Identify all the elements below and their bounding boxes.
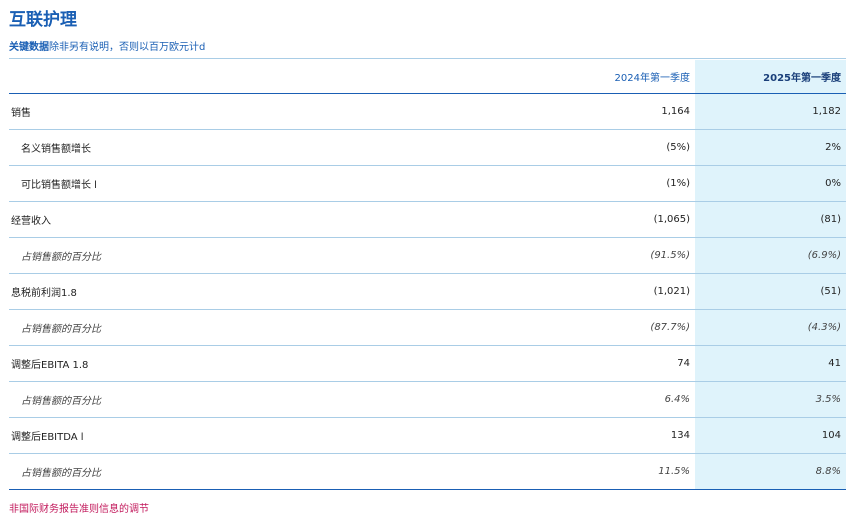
key-figures-table: 2024年第一季度 2025年第一季度 销售 1,164 1,182 名义销售额增长(… bbox=[9, 60, 846, 490]
subtitle-note: 除非另有说明，否则以百万欧元计d bbox=[49, 42, 206, 53]
table-row: 占销售额的百分比 (91.5%) (6.9%) bbox=[9, 237, 846, 274]
table-header-row: 2024年第一季度 2025年第一季度 bbox=[9, 60, 846, 94]
row-label: 占销售额的百分比 bbox=[9, 381, 479, 418]
header-q1-2025: 2025年第一季度 bbox=[695, 60, 846, 94]
table-row: 可比销售额增长 l (1%) 0% bbox=[9, 165, 846, 202]
reconciliation-link[interactable]: 非国际财务报告准则信息的调节 bbox=[9, 500, 149, 515]
header-label bbox=[9, 60, 479, 94]
value-q1-2024: (1,021) bbox=[479, 273, 695, 310]
value-q1-2025: 8.8% bbox=[695, 453, 846, 490]
row-label: 销售 bbox=[9, 93, 479, 130]
table-row: 名义销售额增长 (5%) 2% bbox=[9, 129, 846, 166]
table-row: 调整后EBITDA l 134 104 bbox=[9, 417, 846, 454]
table-row: 调整后EBITA 1.8 74 41 bbox=[9, 345, 846, 382]
row-label: 占销售额的百分比 bbox=[9, 237, 479, 274]
subtitle: 关键数据除非另有说明，否则以百万欧元计d bbox=[9, 38, 205, 53]
row-label: 可比销售额增长 l bbox=[9, 165, 479, 202]
value-q1-2024: 74 bbox=[479, 345, 695, 382]
value-q1-2024: 6.4% bbox=[479, 381, 695, 418]
table-row: 销售 1,164 1,182 bbox=[9, 93, 846, 130]
header-q1-2024: 2024年第一季度 bbox=[479, 60, 695, 94]
row-label: 调整后EBITA 1.8 bbox=[9, 345, 479, 382]
table-row: 占销售额的百分比 (87.7%) (4.3%) bbox=[9, 309, 846, 346]
value-q1-2024: 11.5% bbox=[479, 453, 695, 490]
value-q1-2025: 41 bbox=[695, 345, 846, 382]
table-row: 占销售额的百分比 6.4% 3.5% bbox=[9, 381, 846, 418]
table-row: 占销售额的百分比 11.5% 8.8% bbox=[9, 453, 846, 490]
value-q1-2024: 134 bbox=[479, 417, 695, 454]
value-q1-2025: (81) bbox=[695, 201, 846, 238]
value-q1-2024: (1%) bbox=[479, 165, 695, 202]
row-label: 占销售额的百分比 bbox=[9, 309, 479, 346]
row-label: 名义销售额增长 bbox=[9, 129, 479, 166]
value-q1-2025: 3.5% bbox=[695, 381, 846, 418]
table-row: 息税前利润1.8 (1,021) (51) bbox=[9, 273, 846, 310]
value-q1-2024: (87.7%) bbox=[479, 309, 695, 346]
row-label: 经营收入 bbox=[9, 201, 479, 238]
row-label: 占销售额的百分比 bbox=[9, 453, 479, 490]
value-q1-2025: 1,182 bbox=[695, 93, 846, 130]
value-q1-2024: 1,164 bbox=[479, 93, 695, 130]
top-divider bbox=[9, 58, 846, 59]
value-q1-2024: (91.5%) bbox=[479, 237, 695, 274]
row-label: 息税前利润1.8 bbox=[9, 273, 479, 310]
value-q1-2025: 104 bbox=[695, 417, 846, 454]
page-title: 互联护理 bbox=[9, 10, 77, 30]
value-q1-2025: 0% bbox=[695, 165, 846, 202]
value-q1-2024: (5%) bbox=[479, 129, 695, 166]
table-row: 经营收入 (1,065) (81) bbox=[9, 201, 846, 238]
value-q1-2025: (4.3%) bbox=[695, 309, 846, 346]
row-label: 调整后EBITDA l bbox=[9, 417, 479, 454]
subtitle-key: 关键数据 bbox=[9, 42, 49, 53]
value-q1-2025: (6.9%) bbox=[695, 237, 846, 274]
value-q1-2024: (1,065) bbox=[479, 201, 695, 238]
value-q1-2025: (51) bbox=[695, 273, 846, 310]
value-q1-2025: 2% bbox=[695, 129, 846, 166]
